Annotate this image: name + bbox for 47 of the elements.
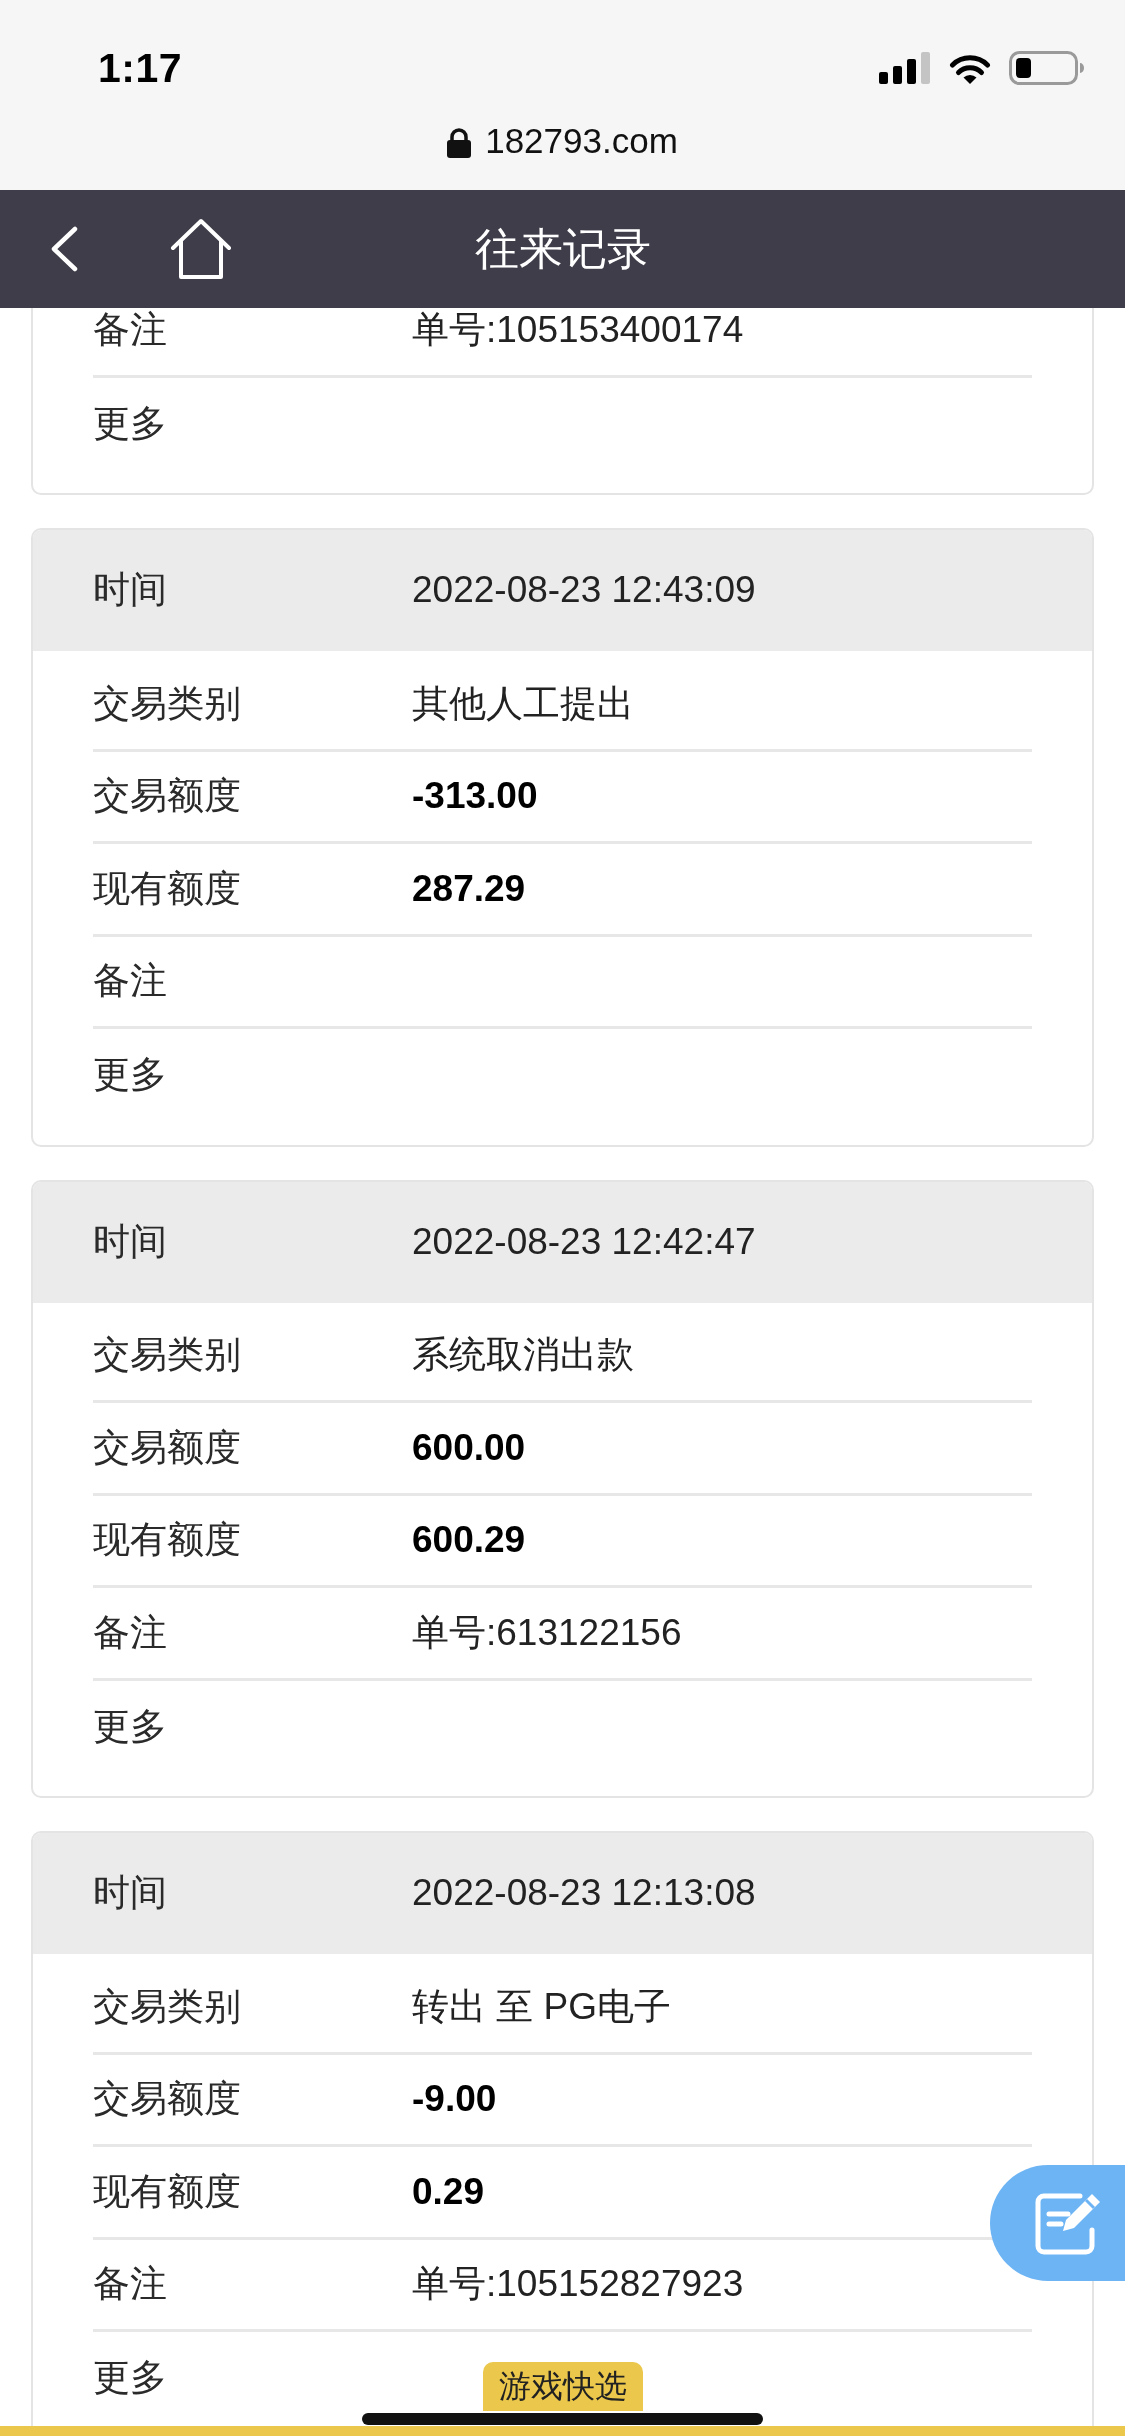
amount-value: -313.00 xyxy=(412,774,538,819)
back-button[interactable] xyxy=(50,226,78,272)
time-value: 2022-08-23 12:13:08 xyxy=(412,1871,756,1916)
field-value: 系统取消出款 xyxy=(412,1333,634,1378)
field-label: 交易类别 xyxy=(93,1333,242,1378)
field-label: 交易额度 xyxy=(93,2077,242,2122)
field-value: 转出 至 PG电子 xyxy=(412,1984,672,2029)
field-value: 单号:105152827923 xyxy=(412,2262,744,2307)
time-label: 时间 xyxy=(93,1219,168,1264)
field-label: 交易额度 xyxy=(93,1425,242,1470)
more-link[interactable]: 更多 xyxy=(93,2356,167,2401)
amount-value: -9.00 xyxy=(412,2077,497,2122)
lock-icon xyxy=(447,128,472,158)
field-label: 交易类别 xyxy=(93,681,242,726)
more-link[interactable]: 更多 xyxy=(93,401,167,446)
field-label: 备注 xyxy=(93,308,168,352)
field-label: 现有额度 xyxy=(93,866,242,911)
more-link[interactable]: 更多 xyxy=(93,1704,167,1749)
amount-value: 287.29 xyxy=(412,866,526,911)
field-label: 备注 xyxy=(93,959,168,1004)
field-label: 交易额度 xyxy=(93,774,242,819)
amount-value: 600.00 xyxy=(412,1425,526,1470)
url-text[interactable]: 182793.com xyxy=(485,122,678,190)
field-label: 现有额度 xyxy=(93,1518,242,1563)
page-title: 往来记录 xyxy=(474,227,651,271)
back-icon xyxy=(50,226,78,272)
field-label: 现有额度 xyxy=(93,2169,242,2214)
amount-value: 600.29 xyxy=(412,1518,526,1563)
more-link[interactable]: 更多 xyxy=(93,1053,167,1098)
wifi-icon xyxy=(949,52,991,84)
time-label: 时间 xyxy=(93,568,168,613)
battery-icon xyxy=(1009,51,1085,85)
field-value: 单号:613122156 xyxy=(412,1610,682,1655)
home-icon xyxy=(170,218,232,280)
game-quick-select-tab[interactable]: 游戏快选 xyxy=(483,2362,643,2411)
time-value: 2022-08-23 12:42:47 xyxy=(412,1219,756,1264)
field-label: 备注 xyxy=(93,1610,168,1655)
home-button[interactable] xyxy=(170,218,232,280)
status-time: 1:17 xyxy=(98,47,183,89)
field-value: 其他人工提出 xyxy=(412,681,634,726)
field-label: 交易类别 xyxy=(93,1984,242,2029)
amount-value: 0.29 xyxy=(412,2169,484,2214)
time-label: 时间 xyxy=(93,1871,168,1916)
signal-icon xyxy=(879,52,931,84)
field-label: 备注 xyxy=(93,2262,168,2307)
time-value: 2022-08-23 12:43:09 xyxy=(412,568,756,613)
field-value: 单号:105153400174 xyxy=(412,308,744,352)
